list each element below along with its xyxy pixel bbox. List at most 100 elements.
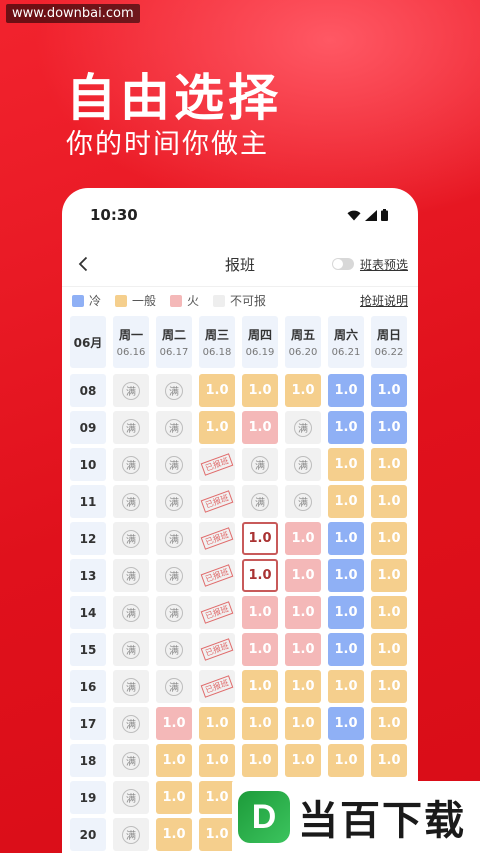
slot-normal[interactable]: 1.0 (328, 485, 364, 518)
slot-applied: 已报班 (199, 522, 235, 555)
slot-full: 满 (156, 596, 192, 629)
slot-hot[interactable]: 1.0 (285, 522, 321, 555)
slot-normal[interactable]: 1.0 (242, 744, 278, 777)
slot-cold[interactable]: 1.0 (328, 559, 364, 592)
slot-normal[interactable]: 1.0 (156, 818, 192, 851)
slot-normal[interactable]: 1.0 (156, 781, 192, 814)
slot-cold[interactable]: 1.0 (328, 374, 364, 407)
schedule-row: 18 满 1.0 1.0 1.0 1.0 1.0 1.0 (70, 742, 418, 779)
slot-normal[interactable]: 1.0 (371, 670, 407, 703)
slot-normal[interactable]: 1.0 (199, 411, 235, 444)
rules-link[interactable]: 抢班说明 (360, 292, 408, 309)
slot-cold[interactable]: 1.0 (371, 374, 407, 407)
preview-toggle[interactable] (331, 258, 354, 270)
slot-normal[interactable]: 1.0 (371, 485, 407, 518)
phone-frame: 10:30 报班 班表预选 冷 一般 火 不可报 抢班说明 06月 周一 06.16 周二 0… (62, 188, 418, 853)
hour-label: 12 (70, 522, 106, 555)
slot-normal[interactable]: 1.0 (328, 670, 364, 703)
slot-applied: 已报班 (199, 633, 235, 666)
slot-selected[interactable]: 1.0 (242, 559, 278, 592)
hour-label: 19 (70, 781, 106, 814)
full-label: 满 (294, 492, 312, 511)
slot-cold[interactable]: 1.0 (328, 596, 364, 629)
slot-normal[interactable]: 1.0 (156, 744, 192, 777)
slot-normal[interactable]: 1.0 (242, 374, 278, 407)
slot-hot[interactable]: 1.0 (156, 707, 192, 740)
slot-hot[interactable]: 1.0 (242, 596, 278, 629)
legend-item: 火 (170, 292, 199, 309)
slot-selected[interactable]: 1.0 (242, 522, 278, 555)
hour-label: 16 (70, 670, 106, 703)
slot-applied: 已报班 (199, 596, 235, 629)
slot-normal[interactable]: 1.0 (371, 596, 407, 629)
full-label: 满 (251, 455, 269, 474)
slot-full: 满 (285, 448, 321, 481)
day-header: 周三 06.18 (199, 316, 235, 368)
slot-normal[interactable]: 1.0 (242, 707, 278, 740)
watermark: www.downbai.com (6, 4, 140, 23)
slot-cold[interactable]: 1.0 (328, 411, 364, 444)
slot-normal[interactable]: 1.0 (371, 707, 407, 740)
headline: 自由选择 (66, 69, 282, 127)
full-label: 满 (165, 418, 183, 437)
slot-full: 满 (113, 559, 149, 592)
day-name: 周五 (290, 328, 315, 342)
slot-normal[interactable]: 1.0 (199, 707, 235, 740)
slot-normal[interactable]: 1.0 (285, 707, 321, 740)
slot-normal[interactable]: 1.0 (328, 448, 364, 481)
slot-full: 满 (156, 448, 192, 481)
legend-swatch (115, 294, 128, 307)
slot-normal[interactable]: 1.0 (285, 670, 321, 703)
slot-normal[interactable]: 1.0 (199, 781, 235, 814)
full-label: 满 (122, 566, 140, 585)
legend: 冷 一般 火 不可报 抢班说明 (62, 286, 418, 314)
slot-hot[interactable]: 1.0 (242, 633, 278, 666)
status-bar: 10:30 (62, 188, 418, 242)
slot-normal[interactable]: 1.0 (199, 744, 235, 777)
slot-normal[interactable]: 1.0 (285, 374, 321, 407)
slot-applied: 已报班 (199, 670, 235, 703)
slot-full: 满 (113, 522, 149, 555)
day-name: 周六 (333, 328, 358, 342)
schedule-row: 16 满满已报班 1.0 1.0 1.0 1.0 (70, 668, 418, 705)
slot-hot[interactable]: 1.0 (285, 559, 321, 592)
back-button[interactable] (72, 253, 94, 275)
preview-label[interactable]: 班表预选 (360, 256, 408, 273)
slot-normal[interactable]: 1.0 (371, 744, 407, 777)
full-label: 满 (122, 529, 140, 548)
slot-hot[interactable]: 1.0 (285, 596, 321, 629)
slot-cold[interactable]: 1.0 (328, 522, 364, 555)
day-name: 周三 (204, 328, 229, 342)
slot-normal[interactable]: 1.0 (371, 633, 407, 666)
full-label: 满 (122, 788, 140, 807)
app-bar: 报班 班表预选 (62, 242, 418, 286)
slot-full: 满 (113, 374, 149, 407)
slot-normal[interactable]: 1.0 (199, 374, 235, 407)
slot-normal[interactable]: 1.0 (199, 818, 235, 851)
schedule-row: 13 满满已报班 1.0 1.0 1.0 1.0 (70, 557, 418, 594)
slot-full: 满 (113, 596, 149, 629)
slot-normal[interactable]: 1.0 (328, 744, 364, 777)
legend-label: 冷 (89, 294, 102, 308)
day-date: 06.21 (331, 347, 361, 358)
slot-full: 满 (156, 411, 192, 444)
slot-normal[interactable]: 1.0 (242, 670, 278, 703)
slot-full: 满 (113, 633, 149, 666)
slot-cold[interactable]: 1.0 (371, 411, 407, 444)
slot-cold[interactable]: 1.0 (328, 707, 364, 740)
slot-hot[interactable]: 1.0 (285, 633, 321, 666)
slot-normal[interactable]: 1.0 (371, 448, 407, 481)
slot-applied: 已报班 (199, 485, 235, 518)
slot-hot[interactable]: 1.0 (242, 411, 278, 444)
applied-stamp: 已报班 (200, 490, 234, 513)
full-label: 满 (165, 640, 183, 659)
slot-normal[interactable]: 1.0 (285, 744, 321, 777)
schedule-row: 15 满满已报班 1.0 1.0 1.0 1.0 (70, 631, 418, 668)
badge-logo: D (238, 791, 290, 843)
legend-swatch (170, 294, 183, 307)
day-date: 06.18 (202, 347, 232, 358)
slot-normal[interactable]: 1.0 (371, 522, 407, 555)
slot-normal[interactable]: 1.0 (371, 559, 407, 592)
full-label: 满 (122, 418, 140, 437)
slot-cold[interactable]: 1.0 (328, 633, 364, 666)
